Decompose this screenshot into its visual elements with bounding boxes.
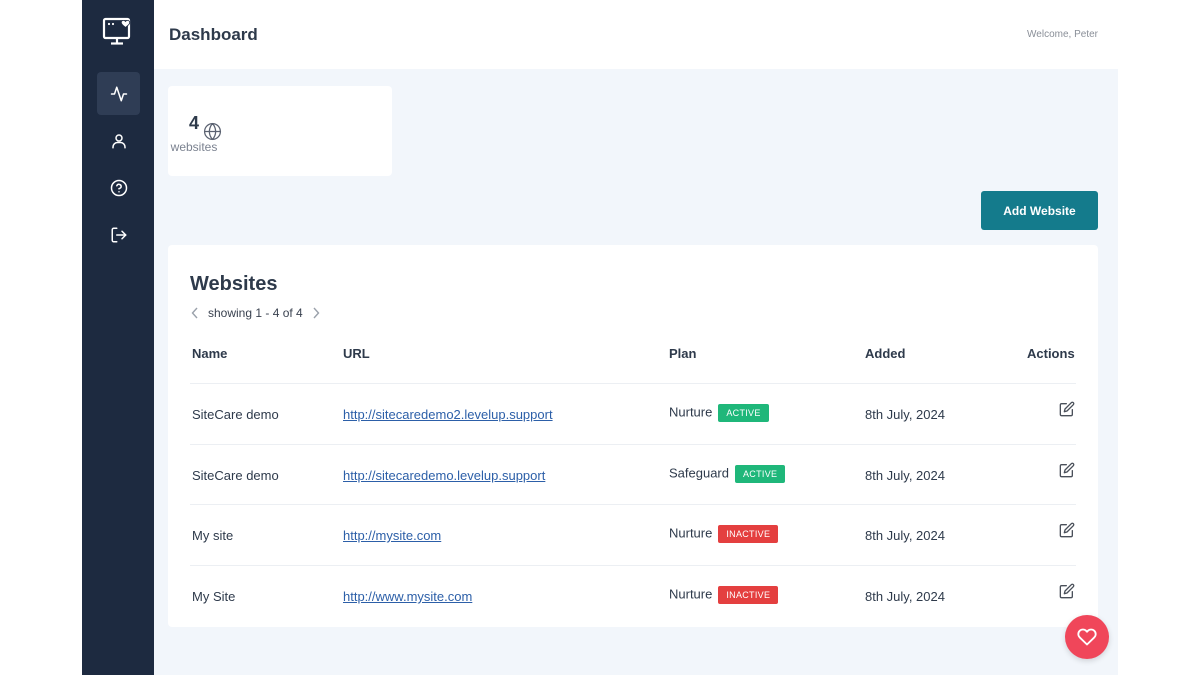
column-header-url: URL — [343, 346, 370, 361]
row-divider — [190, 565, 1076, 566]
row-divider — [190, 504, 1076, 505]
heart-icon — [1077, 628, 1097, 646]
pager-text: showing 1 - 4 of 4 — [208, 306, 303, 320]
row-plan: Nurture INACTIVE — [669, 586, 779, 604]
row-added: 8th July, 2024 — [865, 528, 945, 543]
sidebar-item-help[interactable] — [97, 166, 140, 209]
row-name: SiteCare demo — [192, 468, 279, 483]
row-url-link[interactable]: http://sitecaredemo2.levelup.support — [343, 407, 553, 422]
edit-icon[interactable] — [1059, 583, 1075, 599]
row-url-link[interactable]: http://www.mysite.com — [343, 589, 472, 604]
row-added: 8th July, 2024 — [865, 589, 945, 604]
row-url-link[interactable]: http://sitecaredemo.levelup.support — [343, 468, 545, 483]
stat-value: 4 — [188, 113, 199, 133]
row-name: SiteCare demo — [192, 407, 279, 422]
heart-fab-button[interactable] — [1065, 615, 1109, 659]
plan-name: Nurture — [669, 404, 713, 420]
app-frame: Dashboard Welcome, Peter 4 websites Add … — [82, 0, 1118, 675]
row-divider — [190, 444, 1076, 445]
chevron-right-icon[interactable] — [311, 307, 321, 319]
edit-icon[interactable] — [1059, 462, 1075, 478]
plan-name: Nurture — [669, 586, 713, 602]
row-plan: Nurture ACTIVE — [669, 404, 769, 422]
edit-icon[interactable] — [1059, 522, 1075, 538]
add-website-button[interactable]: Add Website — [981, 191, 1098, 230]
sidebar-item-logout[interactable] — [97, 213, 140, 256]
column-header-actions: Actions — [1027, 346, 1075, 361]
sidebar-item-activity[interactable] — [97, 72, 140, 115]
row-url-link[interactable]: http://mysite.com — [343, 528, 441, 543]
plan-name: Safeguard — [669, 465, 729, 481]
column-header-name: Name — [192, 346, 228, 361]
monitor-heart-logo-icon[interactable] — [102, 16, 134, 46]
pagination: showing 1 - 4 of 4 — [190, 306, 321, 320]
websites-title: Websites — [190, 273, 278, 295]
chevron-left-icon[interactable] — [190, 307, 200, 319]
row-divider — [190, 383, 1076, 384]
user-icon — [111, 133, 126, 148]
column-header-plan: Plan — [669, 346, 697, 361]
row-plan: Nurture INACTIVE — [669, 525, 779, 543]
plan-name: Nurture — [669, 525, 713, 541]
page-title: Dashboard — [169, 25, 258, 44]
sidebar — [82, 0, 154, 675]
status-badge: ACTIVE — [718, 404, 769, 422]
sidebar-item-account[interactable] — [97, 119, 140, 162]
row-name: My Site — [192, 589, 236, 604]
websites-card: Websites showing 1 - 4 of 4 Name URL Pla… — [168, 245, 1098, 627]
status-badge: ACTIVE — [735, 465, 786, 483]
activity-icon — [110, 86, 127, 101]
row-added: 8th July, 2024 — [865, 468, 945, 483]
row-name: My site — [192, 528, 234, 543]
status-badge: INACTIVE — [718, 586, 779, 604]
logout-icon — [111, 227, 126, 242]
edit-icon[interactable] — [1059, 401, 1075, 417]
header-bar: Dashboard Welcome, Peter — [154, 0, 1118, 69]
row-added: 8th July, 2024 — [865, 407, 945, 422]
stat-label: websites — [170, 140, 218, 154]
status-badge: INACTIVE — [718, 525, 779, 543]
welcome-text: Welcome, Peter — [1027, 29, 1098, 40]
help-icon — [110, 179, 127, 196]
row-plan: Safeguard ACTIVE — [669, 465, 786, 483]
column-header-added: Added — [865, 346, 906, 361]
